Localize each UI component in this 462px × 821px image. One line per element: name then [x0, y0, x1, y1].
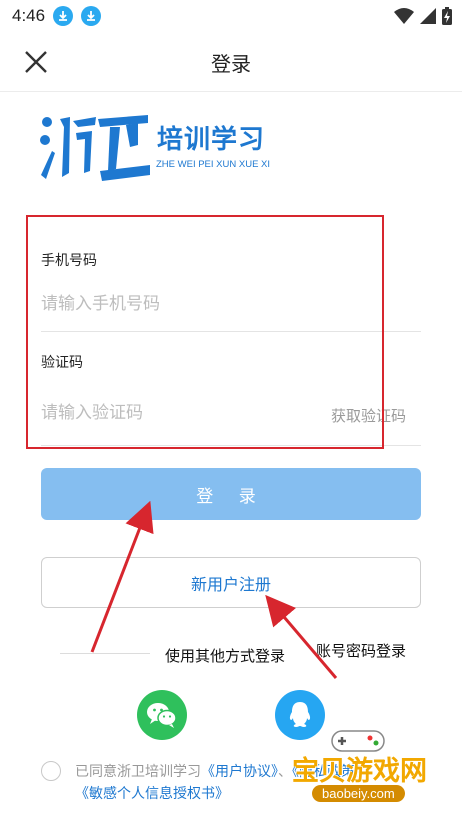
verification-code-input[interactable] — [41, 403, 281, 423]
agreement-checkbox[interactable] — [41, 761, 61, 781]
status-left: 4:46 — [12, 6, 102, 26]
download-icon — [81, 6, 102, 26]
register-button[interactable]: 新用户注册 — [41, 557, 421, 608]
logo-chinese-text: 培训学习 — [157, 125, 266, 155]
code-label: 验证码 — [41, 355, 83, 371]
wifi-icon — [394, 8, 414, 24]
phone-divider — [41, 331, 421, 332]
signal-icon — [420, 8, 436, 24]
watermark-url: baobeiy.com — [312, 785, 405, 802]
phone-input[interactable] — [41, 294, 341, 314]
other-divider — [60, 653, 150, 654]
agreement-prefix: 已同意浙卫培训学习 — [75, 764, 201, 780]
agreement-text-line2: 《敏感个人信息授权书》 — [75, 783, 229, 803]
battery-icon — [442, 7, 452, 25]
header-bar: 登录 — [0, 32, 462, 92]
code-divider — [41, 445, 421, 446]
wechat-login-button[interactable] — [137, 690, 187, 740]
app-logo: 培训学习 ZHE WEI PEI XUN XUE XI — [40, 113, 280, 185]
status-time: 4:46 — [12, 6, 46, 25]
user-agreement-link[interactable]: 《用户协议》 — [201, 764, 278, 780]
login-button[interactable]: 登 录 — [41, 468, 421, 520]
download-icon — [53, 6, 74, 26]
watermark: 宝贝游戏网 baobeiy.com — [288, 725, 462, 821]
status-right — [394, 7, 452, 25]
logo-mark-icon — [40, 115, 150, 181]
wechat-icon — [147, 703, 177, 728]
page-title: 登录 — [211, 52, 251, 76]
other-login-label: 使用其他方式登录 — [165, 647, 286, 665]
password-login-link[interactable]: 账号密码登录 — [316, 640, 406, 661]
status-bar: 4:46 — [0, 0, 462, 32]
get-code-button[interactable]: 获取验证码 — [331, 405, 406, 426]
sensitive-info-link[interactable]: 《敏感个人信息授权书》 — [75, 786, 229, 802]
logo-english-text: ZHE WEI PEI XUN XUE XI — [156, 159, 271, 170]
phone-label: 手机号码 — [41, 253, 97, 269]
watermark-text: 宝贝游戏网 — [292, 756, 427, 787]
